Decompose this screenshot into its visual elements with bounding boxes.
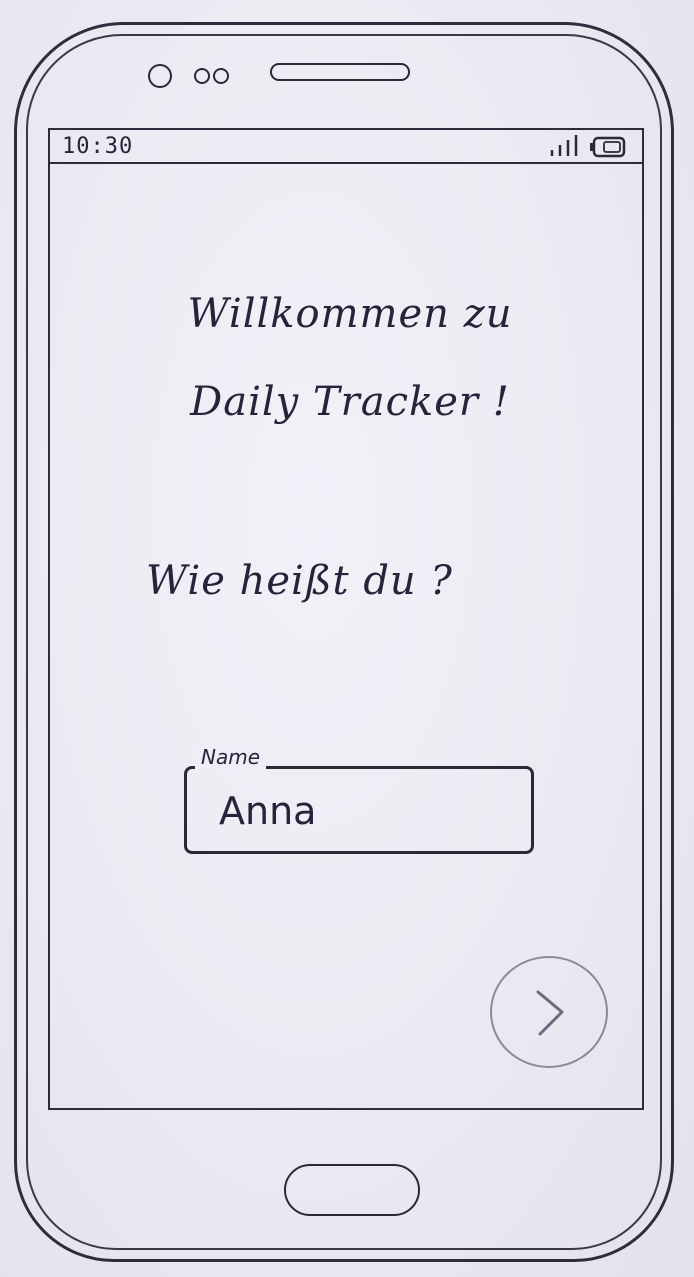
next-button[interactable]: [490, 956, 608, 1068]
camera-icon: [148, 64, 172, 88]
name-field[interactable]: Name: [184, 745, 534, 854]
name-field-label: Name: [195, 745, 267, 769]
speaker-grille-icon: [270, 63, 410, 81]
battery-icon: [590, 136, 626, 158]
sensor-dot-icon: [213, 68, 229, 84]
home-button[interactable]: [284, 1164, 420, 1216]
name-question: Wie heißt du ?: [146, 558, 453, 604]
chevron-right-icon: [536, 990, 564, 1036]
name-input[interactable]: [219, 789, 499, 833]
welcome-title: Willkommen zu Daily Tracker !: [187, 291, 513, 425]
phone-screen: 10:30 Willkommen zu Daily Tracker ! Wie …: [48, 128, 644, 1110]
sensor-dot-icon: [194, 68, 210, 84]
status-time: 10:30: [62, 134, 134, 159]
signal-bars-icon: [550, 135, 578, 156]
status-bar: 10:30: [50, 130, 642, 164]
